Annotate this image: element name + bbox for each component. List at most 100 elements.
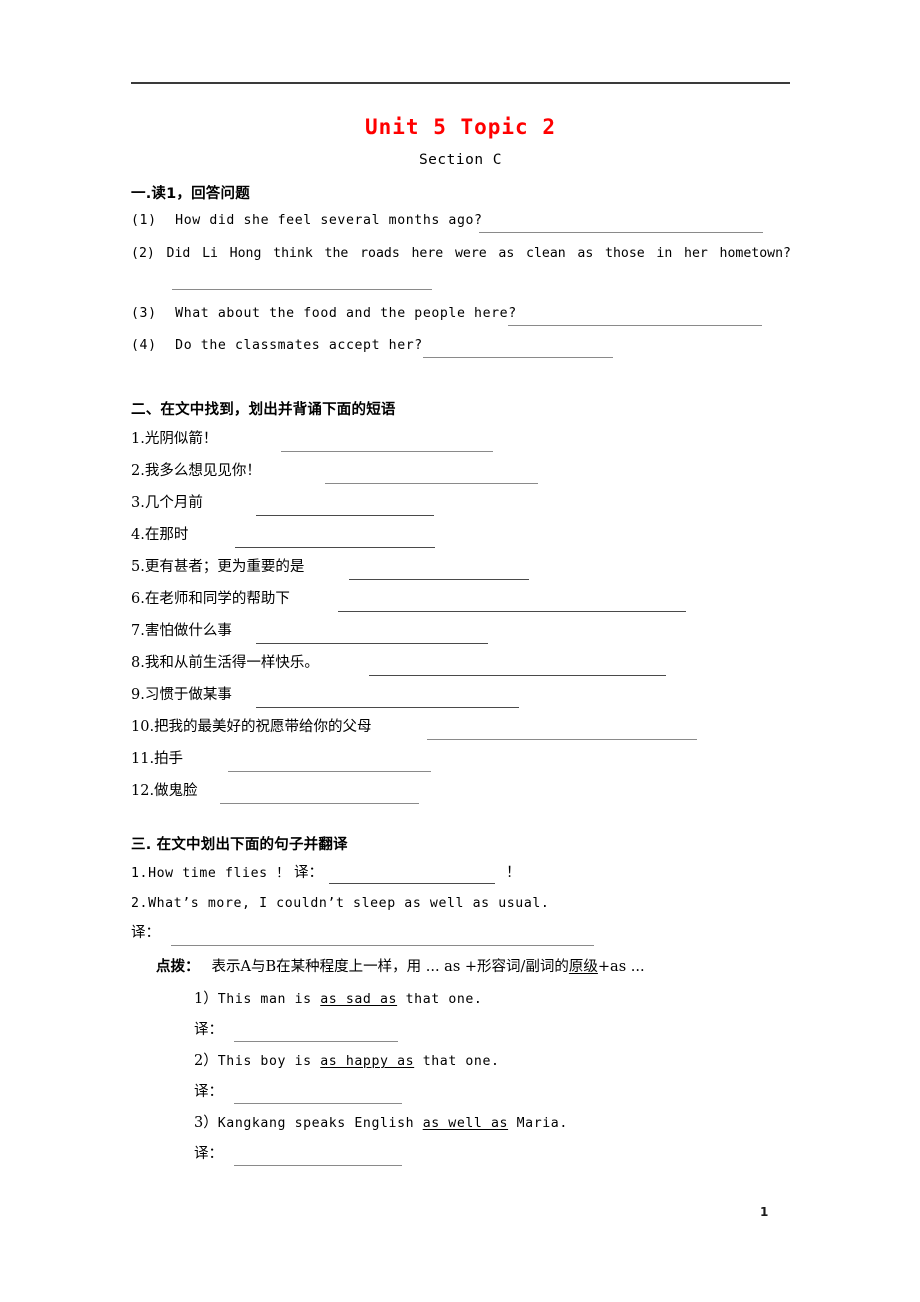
phrase-item-12-number: 12. xyxy=(131,783,155,799)
answer-blank-4[interactable] xyxy=(423,357,613,358)
answer-blank-2[interactable] xyxy=(172,289,432,290)
translate-sentence-2-text: What’s more, I couldn’t sleep as well as… xyxy=(148,896,550,911)
grammar-tip-text-before: 表示A与B在某种程度上一样，用 ... as +形容词/副词的 xyxy=(211,959,569,975)
phrase-item-6: 6.在老师和同学的帮助下 xyxy=(131,591,290,608)
phrase-item-9-text: 习惯于做某事 xyxy=(144,687,232,703)
example-3-blank[interactable] xyxy=(234,1165,402,1166)
translate-label-1: 译： xyxy=(293,865,323,881)
phrase-item-3-number: 3. xyxy=(131,495,145,511)
question-2-number: (2) xyxy=(131,246,155,261)
phrase-item-9-number: 9. xyxy=(131,687,145,703)
phrase-item-4-text: 在那时 xyxy=(144,527,189,543)
phrase-blank-5[interactable] xyxy=(349,579,529,580)
question-4-text: Do the classmates accept her? xyxy=(175,338,423,353)
question-2-word: roads xyxy=(360,246,400,261)
phrase-item-8-text: 我和从前生活得一样快乐。 xyxy=(144,655,319,671)
example-2-blank[interactable] xyxy=(234,1103,402,1104)
worksheet-page: Unit 5 Topic 2 Section C 一.读1，回答问题 (1) H… xyxy=(0,0,920,1302)
question-2-word: as xyxy=(498,246,515,261)
example-3: 3）Kangkang speaks English as well as Mar… xyxy=(194,1115,568,1133)
phrase-blank-7[interactable] xyxy=(256,643,488,644)
phrase-item-7-text: 害怕做什么事 xyxy=(144,623,232,639)
question-2-word: her xyxy=(684,246,708,261)
phrase-blank-8[interactable] xyxy=(369,675,666,676)
translate-label-2: 译： xyxy=(131,925,160,941)
grammar-tip: 点拨： 表示A与B在某种程度上一样，用 ... as +形容词/副词的原级+as … xyxy=(156,958,645,977)
phrase-item-1: 1.光阴似箭！ xyxy=(131,431,217,448)
section-three-heading: 三. 在文中划出下面的句子并翻译 xyxy=(131,837,348,853)
question-2: (2) Did Li Hong think the roads here wer… xyxy=(131,246,791,261)
question-1-text: How did she feel several months ago? xyxy=(175,213,483,228)
page-number: 1 xyxy=(760,1205,769,1219)
translate-sentence-1-text: How time flies ！ xyxy=(148,866,290,881)
example-2-translate-label: 译： xyxy=(194,1084,223,1100)
question-3: (3) What about the food and the people h… xyxy=(131,306,517,322)
question-2-word: clean xyxy=(526,246,566,261)
page-title: Unit 5 Topic 2 xyxy=(364,115,556,139)
example-1: 1）This man is as sad as that one. xyxy=(194,991,482,1009)
question-2-word: were xyxy=(454,246,487,261)
phrase-item-6-number: 6. xyxy=(131,591,145,607)
translate-sentence-1: 1.How time flies ！译： xyxy=(131,865,323,883)
example-3-number: 3） xyxy=(194,1115,218,1131)
translate-blank-1[interactable] xyxy=(329,883,495,884)
phrase-blank-10[interactable] xyxy=(427,739,697,740)
phrase-item-11-text: 拍手 xyxy=(154,751,184,767)
translate-blank-2[interactable] xyxy=(171,945,594,946)
translate-sentence-1-number: 1. xyxy=(131,866,149,881)
example-1-text-before: This man is xyxy=(217,992,321,1007)
example-2-text-after: that one. xyxy=(414,1054,500,1069)
phrase-blank-4[interactable] xyxy=(235,547,435,548)
section-one-heading: 一.读1，回答问题 xyxy=(131,186,250,202)
phrase-item-8: 8.我和从前生活得一样快乐。 xyxy=(131,655,319,672)
phrase-blank-12[interactable] xyxy=(220,803,419,804)
phrase-item-9: 9.习惯于做某事 xyxy=(131,687,232,704)
example-2-number: 2） xyxy=(194,1053,218,1069)
example-2-phrase: as happy as xyxy=(320,1054,415,1069)
translate-sentence-1-trailing: ！ xyxy=(506,865,521,881)
question-1-number: (1) xyxy=(131,213,157,228)
phrase-item-10-text: 把我的最美好的祝愿带给你的父母 xyxy=(154,719,372,735)
question-2-word: the xyxy=(324,246,349,261)
phrase-blank-2[interactable] xyxy=(325,483,538,484)
phrase-item-2-number: 2. xyxy=(131,463,145,479)
example-3-text-before: Kangkang speaks English xyxy=(217,1116,423,1131)
header-divider xyxy=(131,82,790,84)
question-2-word: here xyxy=(411,246,444,261)
example-3-text-after: Maria. xyxy=(508,1116,568,1131)
answer-blank-3[interactable] xyxy=(508,325,762,326)
example-1-text-after: that one. xyxy=(397,992,483,1007)
grammar-tip-underlined-term: 原级 xyxy=(568,959,598,975)
phrase-blank-6[interactable] xyxy=(338,611,686,612)
phrase-item-11-number: 11. xyxy=(131,751,155,767)
example-1-number: 1） xyxy=(194,991,218,1007)
phrase-item-1-text: 光阴似箭！ xyxy=(144,431,218,447)
section-two-heading: 二、在文中找到，划出并背诵下面的短语 xyxy=(131,402,396,418)
example-1-blank[interactable] xyxy=(234,1041,398,1042)
phrase-blank-11[interactable] xyxy=(228,771,431,772)
example-3-phrase: as well as xyxy=(422,1116,509,1131)
phrase-item-10-number: 10. xyxy=(131,719,155,735)
phrase-item-11: 11.拍手 xyxy=(131,751,183,768)
example-2-text-before: This boy is xyxy=(217,1054,321,1069)
phrase-item-12: 12.做鬼脸 xyxy=(131,783,198,800)
question-2-word: in xyxy=(656,246,673,261)
question-3-number: (3) xyxy=(131,306,157,321)
phrase-blank-9[interactable] xyxy=(256,707,519,708)
example-1-translate-label: 译： xyxy=(194,1022,223,1038)
question-2-word: hometown? xyxy=(719,246,791,261)
phrase-item-8-number: 8. xyxy=(131,655,145,671)
question-3-text: What about the food and the people here? xyxy=(175,306,517,321)
question-4-number: (4) xyxy=(131,338,157,353)
phrase-item-7-number: 7. xyxy=(131,623,145,639)
question-2-word: Li xyxy=(202,246,218,261)
phrase-item-7: 7.害怕做什么事 xyxy=(131,623,232,640)
page-subtitle: Section C xyxy=(418,152,503,168)
phrase-blank-1[interactable] xyxy=(281,451,493,452)
question-1: (1) How did she feel several months ago? xyxy=(131,213,483,229)
phrase-item-12-text: 做鬼脸 xyxy=(154,783,198,799)
translate-sentence-2: 2.What’s more, I couldn’t sleep as well … xyxy=(131,896,549,912)
answer-blank-1[interactable] xyxy=(479,232,763,233)
phrase-item-1-number: 1. xyxy=(131,431,145,447)
phrase-blank-3[interactable] xyxy=(256,515,434,516)
